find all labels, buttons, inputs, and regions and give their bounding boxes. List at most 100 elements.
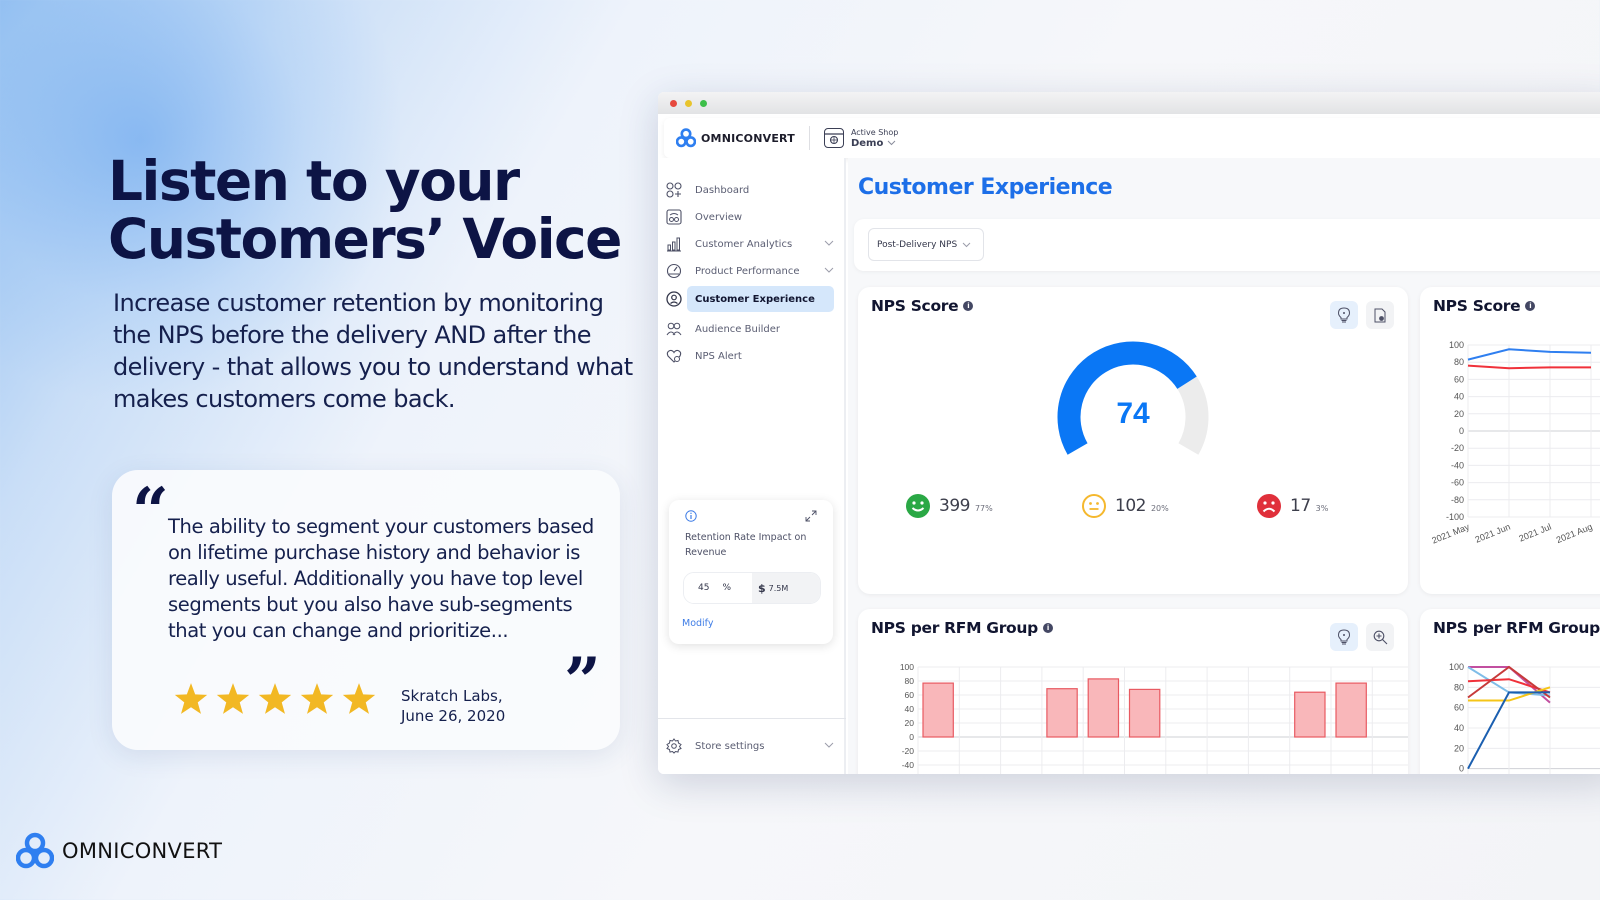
- y-tick-label: 80: [905, 676, 915, 686]
- shop-icon: [823, 128, 844, 148]
- rfm-bar-chart: 100806040200-20-40-60: [900, 662, 1408, 774]
- nps-score-card: NPS Score i 74 399 77% 102 20% 17 3%: [858, 287, 1408, 594]
- x-tick-label: 2021 Jun: [1474, 522, 1512, 545]
- app-logo-icon[interactable]: [676, 128, 696, 148]
- chevron-down-icon: [824, 240, 834, 246]
- y-tick-label: 0: [909, 732, 914, 742]
- star-icon: [342, 683, 376, 714]
- info-icon[interactable]: i: [963, 301, 974, 311]
- x-tick-label: 2021 Jul: [1517, 522, 1552, 544]
- expand-icon[interactable]: [805, 510, 817, 522]
- active-shop-value: Demo: [851, 138, 898, 149]
- y-tick-label: 0: [1459, 426, 1464, 436]
- y-tick-label: 60: [905, 690, 915, 700]
- x-tick-label: 2021 Aug: [1555, 522, 1594, 546]
- sidebar-item-label: Product Performance: [695, 265, 800, 277]
- nps-type-dropdown[interactable]: Post-Delivery NPS: [868, 228, 984, 261]
- nps-score-title: NPS Score: [871, 297, 959, 315]
- modify-link[interactable]: Modify: [682, 618, 713, 629]
- x-tick-label: 2021 May: [1430, 521, 1471, 545]
- page-title: Customer Experience: [858, 175, 1113, 200]
- chevron-down-icon: [824, 742, 834, 748]
- chevron-down-icon: [962, 242, 971, 247]
- sidebar: Dashboard Overview Customer Analytics Pr…: [658, 158, 846, 774]
- passives-percent: 20%: [1150, 503, 1169, 513]
- bar-chart-icon: [665, 235, 683, 253]
- sidebar-divider: [658, 718, 846, 719]
- y-tick-label: 100: [1449, 340, 1464, 350]
- y-tick-label: -20: [902, 746, 915, 756]
- promoters-percent: 77%: [974, 503, 993, 513]
- export-report-button[interactable]: [1366, 301, 1394, 329]
- star-icon: [300, 683, 334, 714]
- sidebar-item-store-settings[interactable]: Store settings: [662, 733, 834, 759]
- sidebar-item-product-performance[interactable]: Product Performance: [662, 258, 834, 284]
- star-icon: [258, 683, 292, 714]
- info-icon[interactable]: [685, 510, 697, 522]
- brand-name: OMNICONVERT: [62, 839, 223, 863]
- maximize-window-button[interactable]: [700, 99, 707, 107]
- sidebar-item-label: Audience Builder: [695, 323, 780, 335]
- minimize-window-button[interactable]: [685, 99, 692, 107]
- y-tick-label: -40: [1451, 460, 1464, 470]
- sidebar-item-label: Dashboard: [695, 184, 750, 196]
- detractors-count: 17: [1290, 496, 1311, 516]
- sidebar-item-dashboard[interactable]: Dashboard: [662, 177, 834, 203]
- sidebar-item-label: Overview: [695, 211, 743, 223]
- sidebar-item-label: NPS Alert: [695, 350, 742, 362]
- active-shop-selector[interactable]: Active Shop Demo: [823, 127, 899, 149]
- sidebar-item-audience-builder[interactable]: Audience Builder: [662, 316, 834, 342]
- promoters-count: 399: [939, 496, 970, 516]
- currency-symbol: $: [758, 581, 766, 595]
- insights-button[interactable]: [1330, 301, 1358, 329]
- open-quote-icon: “: [132, 474, 169, 549]
- headline-line-1: Listen to your: [108, 149, 520, 213]
- y-tick-label: 100: [1449, 662, 1464, 672]
- retention-percent-field[interactable]: 45 %: [684, 573, 752, 603]
- app-header: OMNICONVERT Active Shop Demo: [664, 118, 1600, 158]
- nps-rfm-line-card: NPS per RFM Group 100 80 60 40 20 0 -20: [1420, 609, 1600, 774]
- gear-icon: [665, 737, 683, 755]
- sidebar-item-overview[interactable]: Overview: [662, 204, 834, 230]
- revenue-value: 7.5M: [768, 583, 789, 593]
- sidebar-item-label: Customer Experience: [695, 293, 815, 305]
- bar: [1087, 678, 1120, 738]
- filter-bar: Post-Delivery NPS: [854, 219, 1600, 271]
- users-icon: [665, 320, 683, 338]
- nps-trend-card: NPS Score i 100 80 60 40 20 0 -20 -40 -60 -80 -100…: [1420, 287, 1600, 594]
- happy-face-icon: [906, 494, 930, 518]
- bar: [1128, 688, 1161, 738]
- hero-headline: Listen to your Customers’ Voice: [108, 152, 648, 268]
- nps-trend-chart: 100806040200-20-40-60-80-1002021 May 2021…: [1430, 340, 1600, 546]
- retention-percent-unit: %: [722, 583, 732, 593]
- close-window-button[interactable]: [670, 99, 677, 107]
- main-content: Customer Experience Post-Delivery NPS NP…: [848, 158, 1600, 774]
- active-shop-label: Active Shop: [850, 128, 899, 137]
- user-circle-icon: [665, 290, 683, 308]
- series-line: [1467, 348, 1592, 361]
- hero-subtext: Increase customer retention by monitorin…: [113, 289, 633, 413]
- y-tick-label: 0: [1459, 764, 1464, 774]
- retention-card-title: Retention Rate Impact on Revenue: [685, 532, 807, 558]
- y-tick-label: 80: [1454, 682, 1464, 692]
- sidebar-item-nps-alert[interactable]: NPS Alert: [662, 343, 834, 369]
- star-icon: [174, 683, 208, 714]
- author-name: Skratch Labs,: [401, 687, 503, 705]
- app-logo-name: OMNICONVERT: [701, 131, 795, 145]
- y-tick-label: -40: [902, 760, 915, 770]
- y-tick-label: 40: [1454, 723, 1464, 733]
- sad-face-icon: [1257, 494, 1281, 518]
- window-titlebar: [658, 92, 1600, 114]
- brand-logo: OMNICONVERT: [16, 832, 222, 870]
- testimonial-author: Skratch Labs, June 26, 2020: [401, 686, 505, 726]
- detractors-percent: 3%: [1315, 503, 1329, 513]
- y-tick-label: 40: [905, 704, 915, 714]
- sidebar-item-customer-analytics[interactable]: Customer Analytics: [662, 231, 834, 257]
- retention-impact-card: Retention Rate Impact on Revenue 45 % $ …: [669, 500, 833, 644]
- y-tick-label: 20: [1454, 409, 1464, 419]
- bar: [1294, 691, 1326, 738]
- sidebar-item-customer-experience[interactable]: Customer Experience: [662, 286, 834, 312]
- series-line: [1467, 364, 1591, 370]
- y-tick-label: -20: [1451, 443, 1464, 453]
- omniconvert-logo-icon: [16, 832, 54, 869]
